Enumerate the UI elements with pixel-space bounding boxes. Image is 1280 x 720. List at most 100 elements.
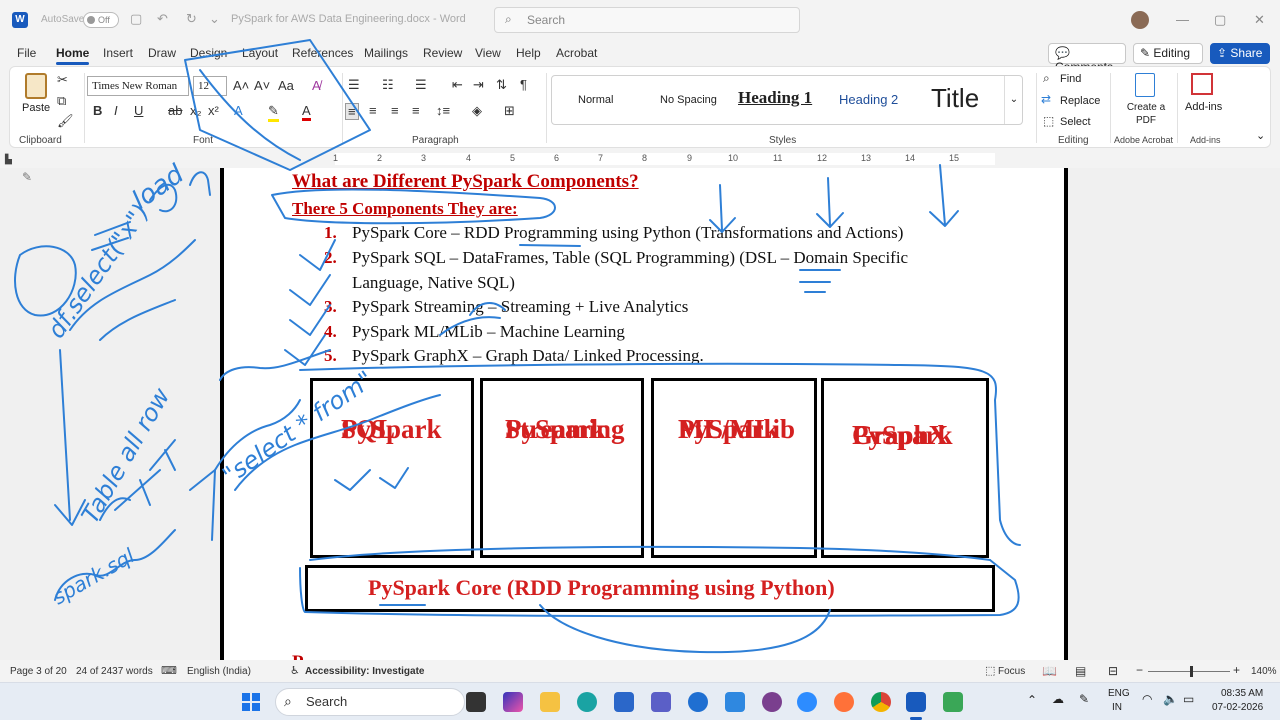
subscript-icon[interactable]: x₂ (190, 103, 202, 118)
sort-icon[interactable]: ⇅ (496, 77, 507, 93)
underline-icon[interactable]: U (134, 103, 143, 118)
teams-icon[interactable] (651, 692, 671, 712)
show-marks-icon[interactable]: ¶ (520, 77, 527, 92)
multilevel-list-icon[interactable]: ☰ (415, 77, 427, 93)
customize-qat-icon[interactable]: ⌄ (209, 11, 220, 27)
language-line1[interactable]: ENG (1108, 688, 1130, 699)
redo-icon[interactable]: ↻ (186, 11, 197, 27)
page-count[interactable]: Page 3 of 20 (10, 666, 67, 677)
onedrive-icon[interactable]: ☁ (1052, 692, 1064, 706)
paste-button[interactable]: Paste (22, 102, 50, 114)
clock-date[interactable]: 07-02-2026 (1212, 702, 1263, 713)
style-no-spacing[interactable]: No Spacing (660, 94, 717, 106)
font-color-icon[interactable]: A (302, 103, 311, 121)
tab-acrobat[interactable]: Acrobat (556, 46, 597, 60)
justify-icon[interactable]: ≡ (412, 103, 420, 118)
tab-draw[interactable]: Draw (148, 46, 176, 60)
tab-mailings[interactable]: Mailings (364, 46, 408, 60)
borders-icon[interactable]: ⊞ (504, 103, 515, 119)
battery-icon[interactable]: ▭ (1183, 692, 1194, 706)
whiteboard-icon[interactable] (943, 692, 963, 712)
line-spacing-icon[interactable]: ↕≡ (436, 103, 450, 118)
select-icon[interactable]: ⬚ (1043, 114, 1054, 128)
align-right-icon[interactable]: ≡ (391, 103, 399, 118)
numbering-icon[interactable]: ☷ (382, 77, 394, 93)
share-button[interactable]: ⇪ Share (1210, 43, 1270, 64)
bold-icon[interactable]: B (93, 103, 102, 118)
tab-view[interactable]: View (475, 46, 501, 60)
word-count[interactable]: 24 of 2437 words (76, 666, 153, 677)
firefox-icon[interactable] (834, 692, 854, 712)
zoom-out-icon[interactable]: − (1136, 663, 1143, 677)
paste-icon[interactable] (25, 73, 47, 99)
replace-icon[interactable]: ⇄ (1041, 92, 1051, 106)
text-effects-icon[interactable]: A (234, 103, 243, 118)
horizontal-ruler[interactable]: ▙ 1 2 3 4 5 6 7 8 9 10 11 12 13 14 15 (0, 150, 1280, 168)
task-view-icon[interactable] (466, 692, 486, 712)
focus-button[interactable]: Focus (998, 666, 1025, 677)
sync-icon[interactable] (688, 692, 708, 712)
tab-design[interactable]: Design (190, 46, 227, 60)
search-input[interactable]: Search (494, 7, 800, 33)
chrome-icon[interactable] (871, 692, 891, 712)
tab-home[interactable]: Home (56, 46, 90, 65)
decrease-indent-icon[interactable]: ⇤ (452, 77, 463, 93)
language-indicator[interactable]: English (India) (187, 666, 251, 677)
minimize-icon[interactable]: — (1176, 12, 1189, 27)
find-button[interactable]: Find (1060, 73, 1081, 85)
edge-icon[interactable] (577, 692, 597, 712)
file-explorer-icon[interactable] (540, 692, 560, 712)
tray-chevron-icon[interactable]: ⌃ (1027, 693, 1037, 707)
create-pdf-button[interactable]: Create a PDF (1123, 101, 1169, 127)
document-canvas[interactable]: ✎ What are Different PySpark Components?… (0, 168, 1280, 660)
comments-button[interactable]: 💬 Comments (1048, 43, 1126, 74)
shading-icon[interactable]: ◈ (472, 103, 482, 119)
increase-indent-icon[interactable]: ⇥ (473, 77, 484, 93)
tab-help[interactable]: Help (516, 46, 541, 60)
proofing-icon[interactable]: ⌨ (161, 664, 177, 677)
close-icon[interactable]: ✕ (1254, 12, 1265, 28)
wifi-icon[interactable]: ◠ (1142, 692, 1152, 706)
tab-layout[interactable]: Layout (242, 46, 278, 60)
clock-time[interactable]: 08:35 AM (1221, 688, 1263, 699)
collapse-ribbon-icon[interactable]: ⌄ (1256, 129, 1265, 142)
print-layout-icon[interactable]: ▤ (1075, 664, 1086, 678)
strikethrough-icon[interactable]: ab (168, 103, 182, 118)
clear-formatting-icon[interactable]: A̸ (312, 78, 321, 93)
tab-file[interactable]: File (17, 46, 36, 60)
language-line2[interactable]: IN (1112, 702, 1122, 713)
maximize-icon[interactable]: ▢ (1214, 12, 1226, 28)
undo-icon[interactable]: ↶ (157, 11, 168, 27)
copy-icon[interactable]: ⧉ (57, 93, 66, 109)
align-center-icon[interactable]: ≡ (369, 103, 377, 118)
document-page[interactable]: What are Different PySpark Components? T… (220, 168, 1068, 660)
create-pdf-icon[interactable] (1135, 73, 1155, 97)
pen-icon[interactable]: ✎ (22, 170, 32, 184)
cut-icon[interactable]: ✂ (57, 72, 68, 88)
change-case-icon[interactable]: Aa (278, 78, 294, 93)
add-ins-button[interactable]: Add-ins (1185, 101, 1222, 113)
autosave-toggle[interactable]: Off (83, 12, 119, 28)
tab-review[interactable]: Review (423, 46, 462, 60)
highlight-icon[interactable]: ✎ (268, 103, 279, 122)
select-button[interactable]: Select (1060, 116, 1091, 128)
store-icon[interactable] (614, 692, 634, 712)
font-name-select[interactable]: Times New Roman (87, 76, 189, 96)
web-layout-icon[interactable]: ⊟ (1108, 664, 1118, 678)
taskbar-search-input[interactable]: Search (275, 688, 465, 716)
format-painter-icon[interactable]: 🖌 (57, 113, 74, 129)
word-taskbar-icon[interactable] (906, 692, 926, 712)
photos-icon[interactable] (725, 692, 745, 712)
style-title[interactable]: Title (931, 83, 979, 114)
style-heading-1[interactable]: Heading 1 (738, 88, 818, 108)
zoom-app-icon[interactable] (797, 692, 817, 712)
styles-more-icon[interactable]: ⌄ (1004, 76, 1023, 124)
accessibility-status[interactable]: Accessibility: Investigate (305, 666, 425, 677)
shrink-font-icon[interactable]: A˅ (254, 78, 270, 93)
volume-icon[interactable]: 🔈 (1163, 692, 1178, 706)
italic-icon[interactable]: I (114, 103, 118, 118)
superscript-icon[interactable]: x² (208, 103, 219, 118)
tab-insert[interactable]: Insert (103, 46, 133, 60)
avatar[interactable] (1131, 11, 1149, 29)
style-normal[interactable]: Normal (578, 94, 613, 106)
